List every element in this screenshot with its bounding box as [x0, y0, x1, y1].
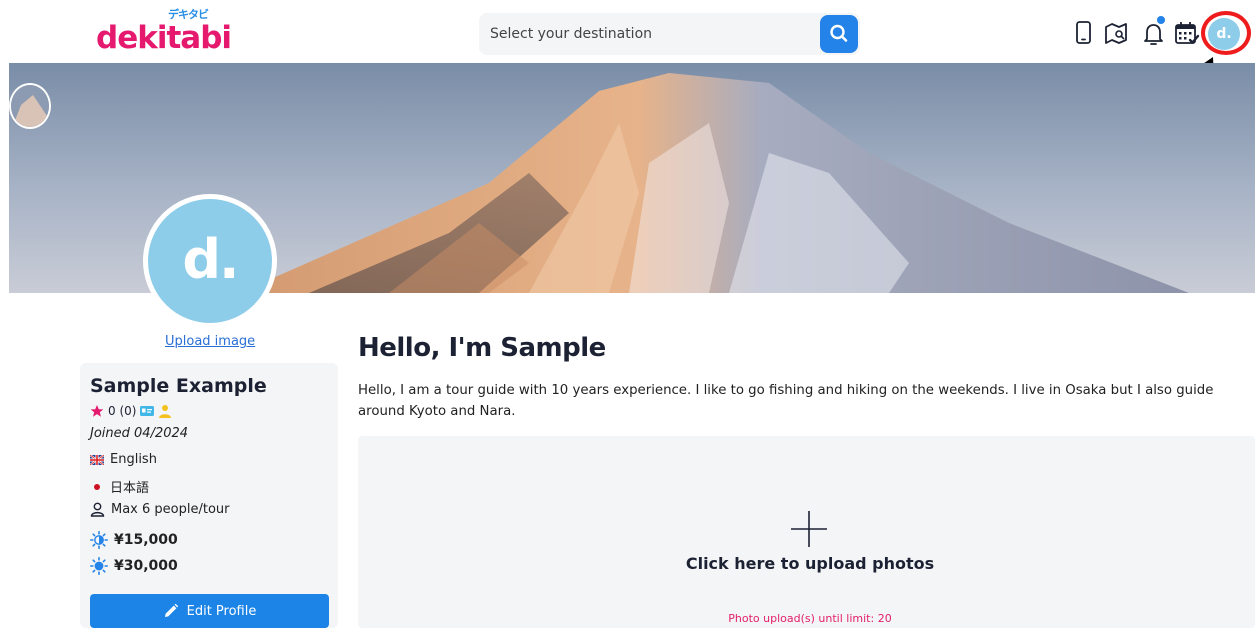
full-day-price-row: ¥30,000	[90, 557, 178, 575]
upload-photos-cta: Click here to upload photos	[685, 554, 935, 573]
edit-profile-button[interactable]: Edit Profile	[90, 594, 329, 628]
page-title: Hello, I'm Sample	[358, 333, 606, 363]
calendar-check-icon[interactable]	[1173, 19, 1200, 47]
logo-text: dekitabi	[96, 20, 232, 56]
person-icon	[90, 502, 105, 517]
edit-profile-label: Edit Profile	[186, 603, 257, 619]
profile-card: Sample Example 0 (0) Joined 04/2024 Engl	[80, 363, 338, 628]
notification-dot	[1157, 16, 1165, 24]
max-people-text: Max 6 people/tour	[111, 502, 230, 517]
highlight-circle	[1201, 11, 1251, 55]
rating-row: 0 (0)	[90, 403, 172, 419]
plus-icon	[791, 511, 827, 547]
joined-date: Joined 04/2024	[90, 426, 189, 441]
half-day-price: ¥15,000	[114, 532, 178, 548]
pencil-icon	[164, 603, 178, 617]
bell-icon[interactable]	[1141, 16, 1167, 47]
half-day-price-row: ¥15,000	[90, 531, 178, 549]
star-icon	[90, 405, 104, 417]
guide-person-icon	[159, 405, 172, 418]
photo-upload-dropzone[interactable]: Click here to upload photos Photo upload…	[358, 436, 1255, 628]
phone-icon[interactable]	[1071, 19, 1097, 47]
language-row-japanese: 日本語	[90, 477, 149, 496]
full-day-price: ¥30,000	[114, 558, 178, 574]
profile-bio: Hello, I am a tour guide with 10 years e…	[358, 383, 1214, 419]
cover-thumbnail[interactable]	[9, 83, 51, 129]
upload-image-link[interactable]: Upload image	[165, 334, 255, 349]
map-icon[interactable]	[1103, 19, 1129, 47]
max-people-row: Max 6 people/tour	[90, 502, 230, 517]
rating-value: 0 (0)	[108, 404, 137, 418]
japan-flag-icon	[90, 481, 104, 492]
search-icon	[830, 24, 848, 42]
language-label: 日本語	[110, 481, 150, 496]
dekitabi-logo[interactable]: デキタビ dekitabi	[96, 8, 236, 58]
upload-limit-text: Photo upload(s) until limit: 20	[728, 612, 892, 625]
half-day-icon	[90, 531, 108, 549]
uk-flag-icon	[90, 454, 104, 465]
full-day-icon	[90, 557, 108, 575]
destination-search	[479, 13, 860, 55]
profile-name: Sample Example	[90, 375, 267, 397]
destination-search-input[interactable]	[479, 13, 815, 55]
id-card-icon	[140, 406, 155, 416]
language-row-english: English	[90, 452, 157, 467]
language-label: English	[110, 452, 157, 467]
top-navbar: デキタビ dekitabi Select your destination d.	[0, 0, 1255, 64]
search-button[interactable]	[820, 15, 858, 53]
profile-avatar[interactable]: d.	[143, 194, 277, 328]
